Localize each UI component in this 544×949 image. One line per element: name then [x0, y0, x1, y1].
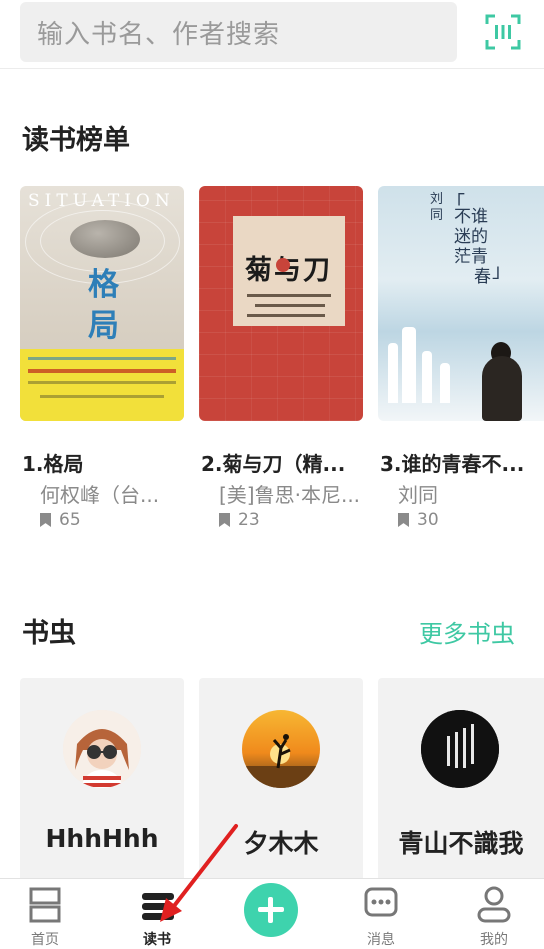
stone-image [70, 220, 140, 258]
home-icon [29, 887, 61, 923]
bookworm-card-1[interactable]: HhhHhh [20, 678, 184, 888]
tab-label: 消息 [367, 932, 395, 948]
tab-me[interactable]: 我的 [444, 879, 544, 949]
tab-home[interactable]: 首页 [0, 879, 95, 949]
app-screen: 输入书名、作者搜索 读书榜单 SITUATION 格 局 1.格局 何权峰（台.… [0, 0, 544, 949]
book-cover-3[interactable]: 刘同 「 不谁 迷的 茫青 春 」 [378, 186, 544, 421]
count-value: 23 [238, 510, 260, 530]
bookworm-name: HhhHhh [45, 824, 159, 853]
tab-label: 读书 [143, 932, 171, 948]
seal-icon [276, 258, 290, 272]
tree [388, 343, 398, 403]
band-line [28, 381, 176, 384]
band-line [28, 357, 176, 360]
book-author: 何权峰（台... [40, 483, 160, 507]
bookworms-title: 书虫 [22, 618, 76, 649]
tab-label: 首页 [31, 932, 59, 948]
scan-icon[interactable] [485, 14, 521, 50]
cover-author: 刘同 [430, 192, 444, 223]
bookworm-name: 青山不識我 [398, 829, 524, 858]
tab-messages[interactable]: 消息 [331, 879, 431, 949]
tree [402, 327, 416, 403]
cover-bracket: 」 [492, 260, 512, 282]
bookmark-icon [40, 513, 51, 527]
more-bookworms-link[interactable]: 更多书虫 [419, 614, 515, 649]
plus-icon[interactable] [244, 883, 298, 937]
bookmark-count: 23 [219, 510, 260, 530]
count-value: 30 [417, 510, 439, 530]
bookmark-count: 30 [398, 510, 439, 530]
person-figure [482, 356, 522, 421]
avatar[interactable] [63, 710, 141, 788]
message-icon [364, 887, 398, 917]
divider [0, 68, 544, 69]
avatar[interactable] [421, 710, 499, 788]
book-title[interactable]: 1.格局 [22, 448, 182, 477]
book-card-3[interactable]: 刘同 「 不谁 迷的 茫青 春 」 3.谁的青春不... 刘同 30 [378, 186, 544, 530]
search-input[interactable]: 输入书名、作者搜索 [20, 2, 457, 62]
band-line [40, 395, 164, 398]
cover-char: 局 [88, 308, 119, 344]
search-placeholder: 输入书名、作者搜索 [37, 19, 281, 50]
cover-line [247, 294, 331, 297]
cover-line: 春 [474, 267, 491, 287]
book-card-1[interactable]: SITUATION 格 局 1.格局 何权峰（台... 65 [20, 186, 184, 530]
tree [440, 363, 450, 403]
bookmark-icon [219, 513, 230, 527]
tree [422, 351, 432, 403]
book-cover-2[interactable]: 菊与刀 [199, 186, 363, 421]
cover-char: 格 [88, 267, 119, 303]
bookworm-name: 夕木木 [243, 829, 319, 858]
book-card-2[interactable]: 菊与刀 2.菊与刀（精... [美]鲁思·本尼... 23 [199, 186, 363, 530]
ranking-title: 读书榜单 [22, 125, 130, 156]
book-author: 刘同 [398, 483, 438, 507]
avatar[interactable] [242, 710, 320, 788]
book-cover-1[interactable]: SITUATION 格 局 [20, 186, 184, 421]
bookworm-card-2[interactable]: 夕木木 [199, 678, 363, 888]
book-title[interactable]: 2.菊与刀（精... [201, 448, 361, 477]
book-author: [美]鲁思·本尼... [219, 483, 361, 507]
count-value: 65 [59, 510, 81, 530]
bookmark-icon [398, 513, 409, 527]
book-title[interactable]: 3.谁的青春不... [380, 448, 540, 477]
person-icon [477, 886, 511, 923]
cover-line [255, 304, 325, 307]
cover-band [20, 349, 184, 421]
bookworm-card-3[interactable]: 青山不識我 [378, 678, 544, 888]
tab-reading[interactable]: 读书 [107, 879, 207, 949]
cover-line [247, 314, 325, 317]
books-icon [142, 893, 174, 920]
bookmark-count: 65 [40, 510, 81, 530]
tab-label: 我的 [480, 932, 508, 948]
band-line [28, 369, 176, 373]
